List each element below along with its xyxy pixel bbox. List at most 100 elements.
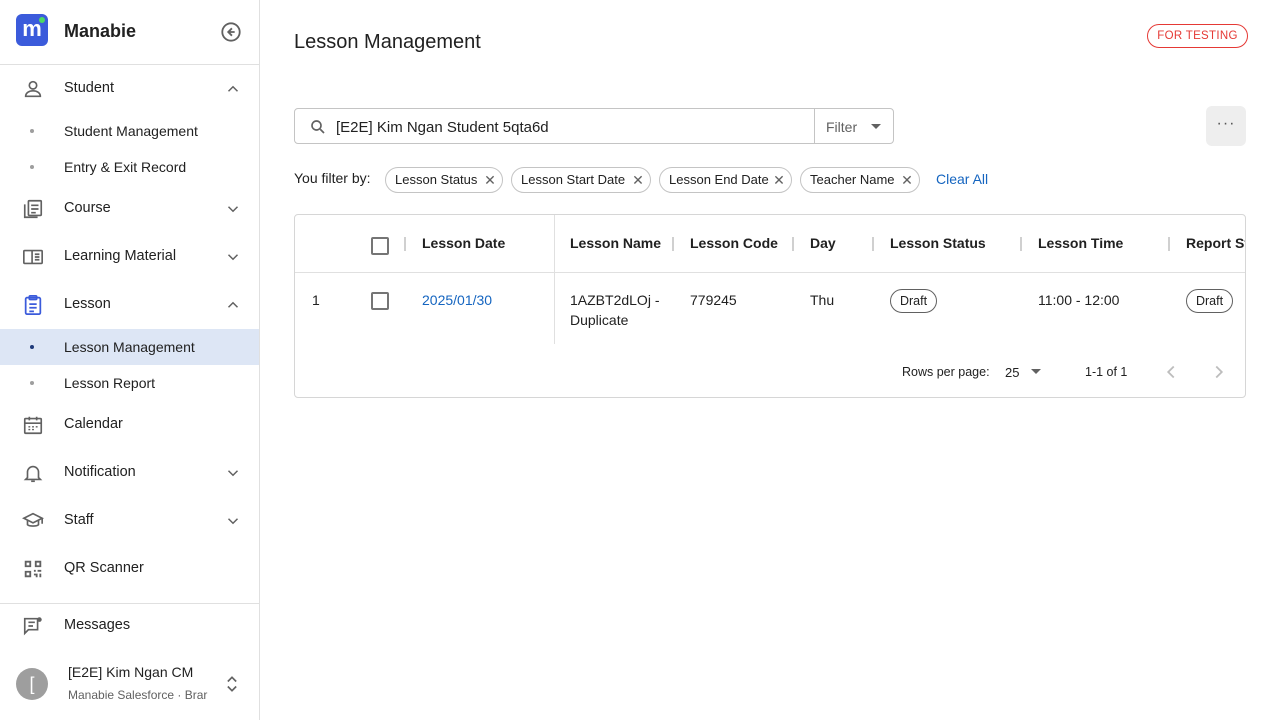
chevron-down-icon (227, 206, 239, 213)
header-divider (295, 272, 1245, 273)
lesson-day: Thu (810, 292, 835, 308)
column-header-day[interactable]: Day (810, 235, 836, 251)
lesson-date-link[interactable]: 2025/01/30 (422, 292, 492, 308)
manabie-logo: m (16, 14, 48, 46)
column-header-lesson-code[interactable]: Lesson Code (690, 235, 778, 251)
rows-per-page-label: Rows per page: (902, 365, 990, 379)
more-actions-button[interactable]: ··· (1206, 106, 1246, 146)
school-icon (22, 512, 44, 527)
search-input[interactable] (336, 115, 796, 139)
filter-chip-lesson-end-date[interactable]: Lesson End Date ✕ (659, 167, 792, 193)
report-status-badge: Draft (1186, 289, 1233, 313)
sidebar-item-calendar[interactable]: Calendar (0, 407, 259, 443)
sidebar-subitem-student-management[interactable]: Student Management (0, 113, 259, 149)
sidebar-item-label: Notification (64, 464, 136, 480)
lessons-table: Lesson Date Lesson Name Lesson Code Day … (294, 214, 1246, 398)
sidebar-subitem-lesson-report[interactable]: Lesson Report (0, 365, 259, 401)
filter-chip-lesson-start-date[interactable]: Lesson Start Date ✕ (511, 167, 651, 193)
sidebar-item-label: Learning Material (64, 248, 177, 264)
column-header-lesson-status[interactable]: Lesson Status (890, 235, 986, 251)
column-separator (404, 237, 406, 251)
sidebar-subitem-label: Lesson Report (64, 375, 156, 391)
row-index: 1 (312, 292, 320, 308)
page-title: Lesson Management (294, 31, 481, 53)
qr-icon (24, 560, 42, 578)
lesson-name-line1: 1AZBT2dLOj - (570, 292, 660, 308)
chevron-up-icon (227, 85, 239, 92)
bullet (30, 129, 34, 133)
sidebar-item-label: Course (64, 200, 111, 216)
lesson-name-line2: Duplicate (570, 312, 629, 328)
course-icon (23, 199, 43, 219)
search-icon (311, 120, 325, 134)
person-icon (24, 80, 42, 98)
filter-button[interactable]: Filter (814, 108, 894, 144)
chip-label: Teacher Name (810, 172, 895, 187)
column-separator (792, 237, 794, 251)
sidebar-item-learning-material[interactable]: Learning Material (0, 239, 259, 275)
user-organization: Manabie Salesforce · Brar (68, 688, 208, 702)
sidebar-item-student[interactable]: Student (0, 71, 259, 107)
brand-header: m Manabie (0, 0, 259, 65)
sidebar-divider (0, 603, 259, 604)
row-checkbox[interactable] (371, 292, 389, 310)
chevron-down-icon (227, 254, 239, 261)
close-icon[interactable]: ✕ (772, 168, 786, 192)
sidebar-subitem-label: Lesson Management (64, 339, 195, 355)
clipboard-icon (24, 294, 42, 316)
avatar[interactable]: [ (16, 668, 48, 700)
close-icon[interactable]: ✕ (631, 168, 645, 192)
pagination-range: 1-1 of 1 (1085, 365, 1128, 379)
chevron-left-icon[interactable] (1160, 361, 1182, 383)
column-separator (872, 237, 874, 251)
sidebar-item-messages[interactable]: Messages (0, 608, 259, 644)
sidebar-subitem-label: Entry & Exit Record (64, 159, 187, 175)
column-header-lesson-time[interactable]: Lesson Time (1038, 235, 1123, 251)
sidebar-subitem-lesson-management[interactable]: Lesson Management (0, 329, 259, 365)
chip-label: Lesson Status (395, 172, 478, 187)
sidebar-item-label: Lesson (64, 296, 111, 312)
sidebar-item-lesson[interactable]: Lesson (0, 287, 259, 323)
sidebar-item-course[interactable]: Course (0, 191, 259, 227)
close-icon[interactable]: ✕ (483, 168, 497, 192)
chevron-right-icon[interactable] (1208, 361, 1230, 383)
caret-down-icon (871, 124, 881, 129)
messages-icon (23, 617, 42, 636)
calendar-icon (23, 416, 43, 435)
sidebar-item-notification[interactable]: Notification (0, 455, 259, 491)
rows-per-page-select[interactable]: 25 (1003, 361, 1047, 383)
unfold-icon[interactable] (222, 673, 242, 695)
chevron-down-icon (227, 518, 239, 525)
filter-label: Filter (826, 119, 858, 135)
sidebar-subitem-entry-exit-record[interactable]: Entry & Exit Record (0, 149, 259, 185)
filter-chip-lesson-status[interactable]: Lesson Status ✕ (385, 167, 503, 193)
sidebar-item-label: Calendar (64, 416, 123, 432)
bullet (30, 381, 34, 385)
sidebar-item-staff[interactable]: Staff (0, 503, 259, 539)
testing-badge: FOR TESTING (1147, 24, 1248, 48)
collapse-sidebar-icon[interactable] (220, 21, 242, 43)
user-name: [E2E] Kim Ngan CM (68, 664, 194, 680)
close-icon[interactable]: ✕ (900, 168, 914, 192)
filter-chip-teacher-name[interactable]: Teacher Name ✕ (800, 167, 920, 193)
chevron-down-icon (227, 470, 239, 477)
clear-all-link[interactable]: Clear All (936, 171, 988, 187)
chip-label: Lesson End Date (669, 172, 769, 187)
book-icon (23, 249, 43, 265)
column-header-report-status[interactable]: Report St (1186, 235, 1245, 251)
bullet (30, 165, 34, 169)
sticky-column-divider (554, 215, 555, 344)
filter-by-label: You filter by: (294, 170, 371, 186)
column-header-lesson-date[interactable]: Lesson Date (422, 235, 505, 251)
select-all-checkbox[interactable] (371, 237, 389, 255)
column-header-lesson-name[interactable]: Lesson Name (570, 235, 661, 251)
chip-label: Lesson Start Date (521, 172, 626, 187)
bullet (30, 345, 34, 349)
sidebar-item-qr-scanner[interactable]: QR Scanner (0, 551, 259, 587)
column-separator (1020, 237, 1022, 251)
sidebar-item-label: Messages (64, 617, 131, 633)
bell-icon (23, 465, 43, 483)
caret-down-icon (1031, 369, 1041, 374)
sidebar-item-label: Staff (64, 512, 94, 528)
lesson-status-badge: Draft (890, 289, 937, 313)
